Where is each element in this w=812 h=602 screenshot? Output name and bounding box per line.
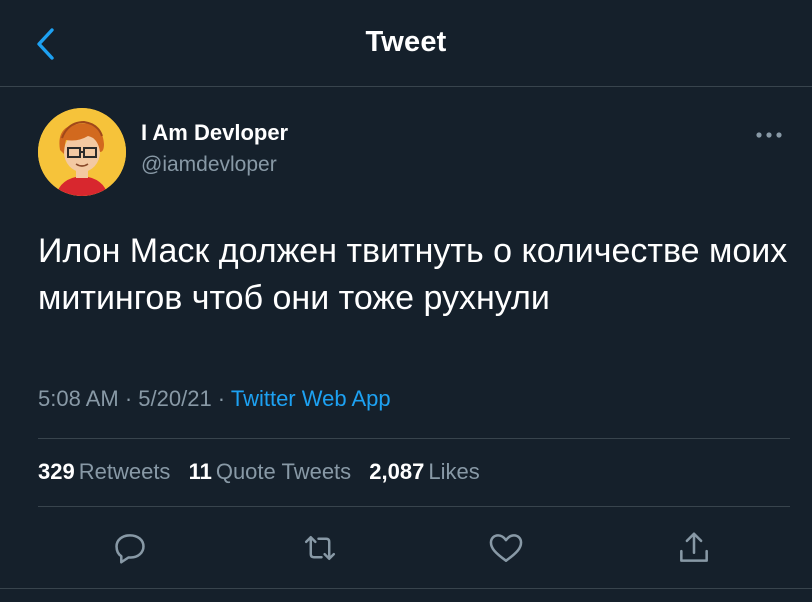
like-button[interactable]	[484, 526, 528, 570]
quote-tweets-count: 11	[188, 459, 212, 484]
divider	[38, 438, 790, 439]
retweets-label: Retweets	[78, 459, 171, 484]
tweet-date: 5/20/21	[138, 386, 212, 411]
page-title: Tweet	[365, 26, 447, 58]
retweets-stat[interactable]: 329 Retweets	[38, 459, 170, 484]
meta-separator: ·	[211, 386, 231, 411]
more-horizontal-icon	[756, 132, 782, 138]
cartoon-developer-avatar-icon	[38, 108, 126, 196]
retweets-count: 329	[38, 459, 75, 484]
tweet-time: 5:08 AM	[38, 386, 119, 411]
meta-separator: ·	[118, 386, 139, 411]
divider	[38, 506, 790, 507]
retweet-button[interactable]	[298, 526, 342, 570]
quote-tweets-label: Quote Tweets	[215, 459, 352, 484]
quote-tweets-stat[interactable]: 11 Quote Tweets	[189, 459, 352, 484]
avatar[interactable]	[38, 108, 126, 196]
tweet-text: Илон Маск должен твитнуть о количестве м…	[38, 232, 788, 317]
likes-count: 2,087	[369, 459, 425, 484]
tweet-detail-screen: Tweet I Am Devloper @iamdevloper Илон Ма…	[0, 0, 812, 602]
tweet-meta: 5:08 AM · 5/20/21 · Twitter Web App	[38, 386, 391, 412]
reply-icon	[115, 534, 145, 564]
like-icon	[489, 534, 523, 562]
source-app-link[interactable]: Twitter Web App	[231, 386, 391, 411]
top-nav-bar: Tweet	[0, 0, 812, 87]
engagement-stats: 329 Retweets 11 Quote Tweets 2,087 Likes	[38, 459, 492, 485]
share-icon	[680, 532, 708, 562]
reply-button[interactable]	[108, 526, 152, 570]
author-name[interactable]: I Am Devloper	[141, 120, 288, 146]
likes-stat[interactable]: 2,087 Likes	[369, 459, 479, 484]
retweet-icon	[304, 536, 336, 561]
divider	[0, 588, 812, 589]
author-handle[interactable]: @iamdevloper	[141, 153, 277, 177]
likes-label: Likes	[428, 459, 480, 484]
share-button[interactable]	[672, 526, 716, 570]
more-options-button[interactable]	[752, 122, 786, 148]
